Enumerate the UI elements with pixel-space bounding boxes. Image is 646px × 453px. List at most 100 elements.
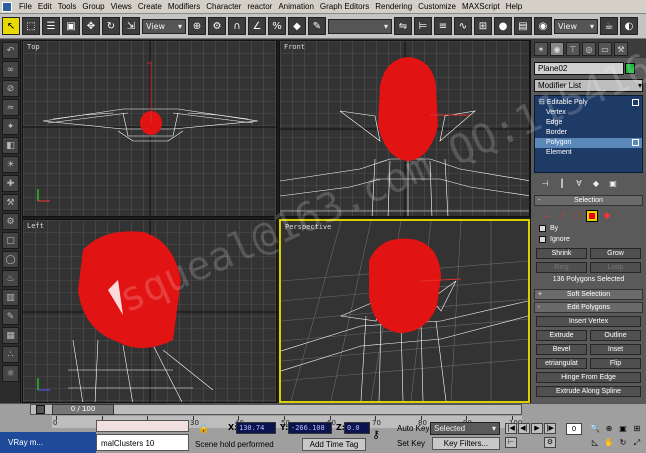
taskbar-vray-window[interactable]: VRay m... — [0, 432, 96, 453]
layer-manager-icon[interactable]: ≡ — [434, 17, 452, 35]
inset-button[interactable]: Inset — [590, 344, 641, 355]
y-coordinate-field[interactable]: -266.108 — [288, 422, 332, 434]
select-rotate-icon[interactable]: ↻ — [102, 17, 120, 35]
pin-stack-icon[interactable]: ⊣ — [539, 177, 551, 189]
viewport-front-label[interactable]: Front — [284, 43, 305, 51]
zoom-extents-all-icon[interactable]: ⊞ — [630, 423, 644, 435]
hierarchy-tab-icon[interactable]: ⊤ — [566, 42, 580, 56]
material-editor-icon[interactable]: ● — [494, 17, 512, 35]
viewport-front[interactable]: Front — [279, 40, 530, 217]
menu-character[interactable]: Character — [203, 2, 244, 11]
menu-create[interactable]: Create — [135, 2, 165, 11]
set-key-button[interactable]: Set Key — [397, 437, 425, 450]
go-to-start-icon[interactable]: |◀ — [505, 423, 517, 434]
menu-rendering[interactable]: Rendering — [372, 2, 415, 11]
zoom-icon[interactable]: 🔍 — [588, 423, 602, 435]
zoom-all-icon[interactable]: ⊕ — [602, 423, 616, 435]
star-icon[interactable]: ✦ — [2, 118, 19, 135]
menu-maxscript[interactable]: MAXScript — [459, 2, 503, 11]
camera-icon[interactable]: ◧ — [2, 137, 19, 154]
key-mode-toggle-icon[interactable]: ⊢ — [505, 437, 517, 448]
menu-customize[interactable]: Customize — [415, 2, 459, 11]
time-slider-handle[interactable]: 0 / 100 — [52, 404, 114, 415]
display-tab-icon[interactable]: ▭ — [598, 42, 612, 56]
show-end-result-icon[interactable]: ┃ — [556, 177, 568, 189]
time-configuration-icon[interactable]: ⚙ — [544, 437, 556, 448]
undo-icon[interactable]: ↶ — [2, 42, 19, 59]
bevel-button[interactable]: Bevel — [536, 344, 587, 355]
hinge-from-edge-button[interactable]: Hinge From Edge — [536, 372, 641, 383]
sphere-icon[interactable]: ◯ — [2, 251, 19, 268]
mirror-icon[interactable]: ⇋ — [394, 17, 412, 35]
vertex-mode-icon[interactable]: ∴ — [541, 210, 553, 222]
track-view-icon[interactable] — [36, 405, 45, 414]
stack-item-edge[interactable]: Edge — [535, 118, 642, 128]
menu-file[interactable]: File — [16, 2, 35, 11]
named-selection-icon[interactable]: ✎ — [308, 17, 326, 35]
menu-reactor[interactable]: reactor — [244, 2, 275, 11]
current-frame-field[interactable]: 0 — [566, 423, 582, 435]
menu-graph-editors[interactable]: Graph Editors — [317, 2, 372, 11]
select-region-icon[interactable]: ⬚ — [22, 17, 40, 35]
field-of-view-icon[interactable]: ◺ — [588, 437, 602, 449]
selection-rollout-header[interactable]: - Selection — [534, 195, 643, 206]
viewport-perspective-label[interactable]: Perspective — [285, 223, 331, 231]
select-by-name-icon[interactable]: ☰ — [42, 17, 60, 35]
particle-icon[interactable]: ∴ — [2, 346, 19, 363]
gear-icon[interactable]: ⚙ — [2, 213, 19, 230]
soft-selection-rollout-header[interactable]: + Soft Selection — [534, 289, 643, 300]
insert-vertex-button[interactable]: Insert Vertex — [536, 316, 641, 327]
render-icon[interactable]: ◉ — [534, 17, 552, 35]
border-mode-icon[interactable]: ◌ — [571, 210, 583, 222]
selection-lock-icon[interactable]: 🔒 — [198, 424, 209, 434]
select-move-icon[interactable]: ✥ — [82, 17, 100, 35]
maximize-viewport-icon[interactable]: ⤢ — [630, 437, 644, 449]
render-type-dropdown[interactable]: View ▾ — [554, 18, 598, 34]
polygon-mode-icon[interactable] — [586, 210, 598, 222]
element-mode-icon[interactable]: ◆ — [601, 210, 613, 222]
edge-mode-icon[interactable]: ⟋ — [556, 210, 568, 222]
extrude-button[interactable]: Extrude — [536, 330, 587, 341]
pan-icon[interactable]: ✋ — [602, 437, 616, 449]
box-icon[interactable]: ▢ — [2, 232, 19, 249]
outline-button[interactable]: Outline — [590, 330, 641, 341]
named-selection-dropdown[interactable]: ▾ — [328, 18, 392, 34]
object-color-swatch[interactable] — [625, 63, 635, 74]
viewport-top-label[interactable]: Top — [27, 43, 40, 51]
select-filter-icon[interactable]: ▣ — [62, 17, 80, 35]
viewport-perspective[interactable]: Perspective — [279, 219, 530, 403]
x-coordinate-field[interactable]: 130.74 — [236, 422, 276, 434]
render-setup-icon[interactable]: ▤ — [514, 17, 532, 35]
stack-item-element[interactable]: Element — [535, 148, 642, 158]
key-mode-dropdown[interactable]: Selected ▾ — [430, 422, 500, 435]
modifier-list-dropdown[interactable]: Modifier List ▾ — [534, 79, 643, 92]
arc-rotate-icon[interactable]: ↻ — [616, 437, 630, 449]
viewport-left[interactable]: Left — [22, 219, 277, 403]
menu-tools[interactable]: Tools — [55, 2, 80, 11]
reference-coordinate-dropdown[interactable]: View ▾ — [142, 18, 186, 34]
link-icon[interactable]: ∞ — [2, 61, 19, 78]
auto-key-button[interactable]: Auto Key — [397, 422, 429, 435]
retriangulate-button[interactable]: etriangulat — [536, 358, 587, 369]
menu-edit[interactable]: Edit — [35, 2, 55, 11]
menu-help[interactable]: Help — [503, 2, 525, 11]
previous-frame-icon[interactable]: ◀| — [518, 423, 530, 434]
align-icon[interactable]: ⊨ — [414, 17, 432, 35]
active-shade-icon[interactable]: ◐ — [620, 17, 638, 35]
grow-button[interactable]: Grow — [590, 248, 641, 259]
menu-animation[interactable]: Animation — [275, 2, 317, 11]
wrench-icon[interactable]: ⚒ — [2, 194, 19, 211]
key-icon[interactable]: ⚷ — [372, 428, 380, 441]
menu-group[interactable]: Group — [79, 2, 107, 11]
spinner-snap-icon[interactable]: ◆ — [288, 17, 306, 35]
utilities-tab-icon[interactable]: ⚒ — [614, 42, 628, 56]
stack-item-editable-poly[interactable]: ⊟ Editable Poly — [535, 98, 642, 108]
next-frame-icon[interactable]: |▶ — [544, 423, 556, 434]
cylinder-icon[interactable]: ▥ — [2, 289, 19, 306]
object-name-field[interactable]: Plane02 — [534, 62, 635, 75]
zoom-extents-icon[interactable]: ▣ — [616, 423, 630, 435]
snap-toggle-icon[interactable]: ∩ — [228, 17, 246, 35]
configure-modifier-sets-icon[interactable]: ▣ — [607, 177, 619, 189]
add-time-tag-button[interactable]: Add Time Tag — [302, 438, 366, 451]
stack-item-vertex[interactable]: Vertex — [535, 108, 642, 118]
